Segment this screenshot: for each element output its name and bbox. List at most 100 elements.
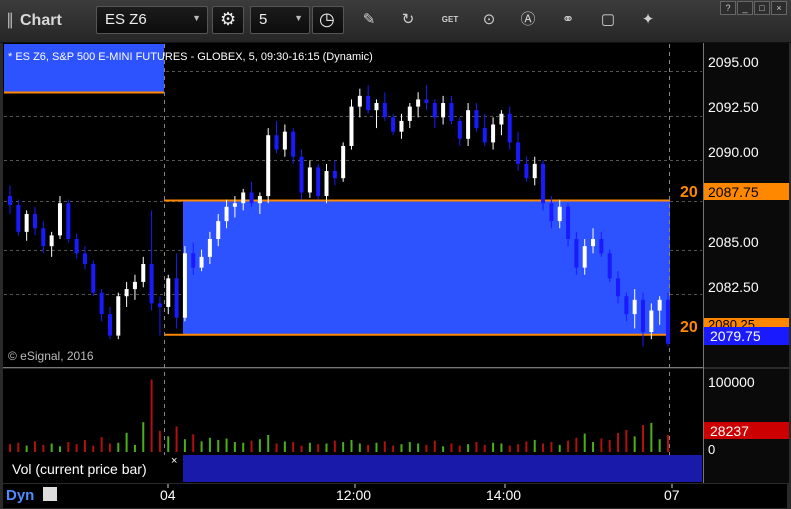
lock-icon[interactable]: [43, 487, 57, 501]
volume-bar: [633, 436, 636, 452]
price-chart[interactable]: * ES Z6, S&P 500 E-MINI FUTURES - GLOBEX…: [0, 0, 791, 509]
candle-body: [307, 167, 312, 193]
candle-body: [132, 281, 137, 290]
candle-body: [457, 120, 462, 139]
volume-bar: [42, 444, 45, 452]
candle-body: [624, 296, 629, 315]
candle-body: [207, 238, 212, 257]
candle-body: [24, 213, 29, 232]
volume-bar: [183, 439, 186, 452]
volume-bar: [67, 442, 70, 452]
candle-body: [474, 110, 479, 129]
volume-bar: [550, 442, 553, 452]
candle-body: [124, 289, 129, 297]
volume-bar: [308, 442, 311, 452]
candle-body: [582, 246, 587, 268]
candle-body: [8, 196, 12, 205]
volume-bar: [325, 443, 328, 452]
candle-body: [282, 131, 287, 150]
candle-body: [274, 135, 279, 150]
volume-bar: [417, 443, 420, 452]
volume-bar: [508, 445, 511, 452]
volume-bar: [217, 439, 220, 452]
candle-body: [524, 163, 529, 179]
volume-bar: [125, 432, 128, 452]
volume-bar: [408, 442, 411, 452]
time-tick-label: 07: [664, 487, 680, 503]
volume-pane-title: Vol (current price bar): [12, 461, 147, 477]
volume-bar: [667, 434, 669, 452]
volume-bar: [500, 443, 503, 452]
volume-bar: [333, 440, 336, 452]
candle-body: [391, 117, 396, 132]
volume-bar: [242, 442, 245, 452]
volume-bar: [167, 436, 170, 452]
candle-body: [499, 113, 504, 125]
candle-body: [82, 253, 87, 265]
candle-body: [449, 103, 454, 121]
candle-body: [199, 256, 204, 268]
volume-bar: [233, 442, 236, 452]
volume-pane-bar: [183, 455, 702, 482]
candle-body: [666, 299, 670, 344]
volume-bar: [200, 441, 203, 452]
price-tick-label: 2092.50: [708, 99, 759, 115]
volume-bar: [608, 439, 611, 452]
volume-bar: [292, 442, 295, 452]
candle-body: [299, 156, 304, 193]
candle-body: [374, 103, 379, 111]
current-volume-label: 28237: [710, 423, 749, 439]
candle-body: [66, 203, 71, 239]
candle-body: [257, 196, 262, 204]
volume-bar: [350, 439, 353, 452]
candle-body: [91, 264, 96, 293]
volume-bar: [317, 444, 320, 452]
candle-body: [266, 135, 271, 197]
volume-bar: [650, 422, 653, 452]
candle-body: [349, 106, 354, 146]
volume-bar: [492, 442, 495, 452]
volume-bar: [442, 446, 445, 452]
candle-body: [549, 203, 554, 222]
time-tick-label: 04: [160, 487, 176, 503]
candle-body: [141, 264, 146, 282]
candle-body: [49, 235, 54, 247]
volume-bar: [158, 430, 161, 452]
volume-bar: [267, 434, 270, 452]
volume-bar: [108, 443, 111, 452]
candle-body: [366, 95, 371, 111]
volume-bar: [275, 443, 278, 452]
volume-bar: [625, 429, 628, 452]
candle-body: [291, 131, 296, 157]
volume-bar: [175, 426, 178, 452]
volume-bar: [533, 439, 536, 452]
candle-body: [466, 110, 471, 139]
candle-body: [482, 128, 487, 143]
candle-body: [357, 95, 362, 107]
candle-body: [574, 238, 579, 268]
volume-bar: [392, 445, 395, 452]
volume-bar: [575, 437, 578, 452]
candle-body: [324, 171, 329, 197]
candle-body: [57, 203, 62, 236]
candle-body: [516, 142, 521, 164]
dynamic-mode-label[interactable]: Dyn: [6, 487, 34, 504]
level-price-label: 2087.75: [708, 184, 759, 200]
volume-bar: [592, 442, 595, 452]
volume-bar: [342, 442, 345, 452]
volume-bar: [483, 444, 486, 452]
volume-bar: [600, 438, 603, 452]
chart-header: * ES Z6, S&P 500 E-MINI FUTURES - GLOBEX…: [8, 51, 373, 63]
close-icon[interactable]: ×: [171, 455, 177, 467]
candle-body: [241, 192, 246, 204]
volume-bar: [475, 442, 478, 452]
volume-bar: [458, 445, 461, 452]
candle-body: [641, 299, 646, 333]
volume-bar: [17, 442, 20, 452]
volume-bar: [225, 438, 228, 452]
price-zone: [183, 200, 670, 335]
volume-bar: [642, 425, 645, 452]
level-tag: 20: [680, 184, 698, 201]
candle-body: [441, 103, 446, 118]
volume-bar: [358, 443, 361, 452]
